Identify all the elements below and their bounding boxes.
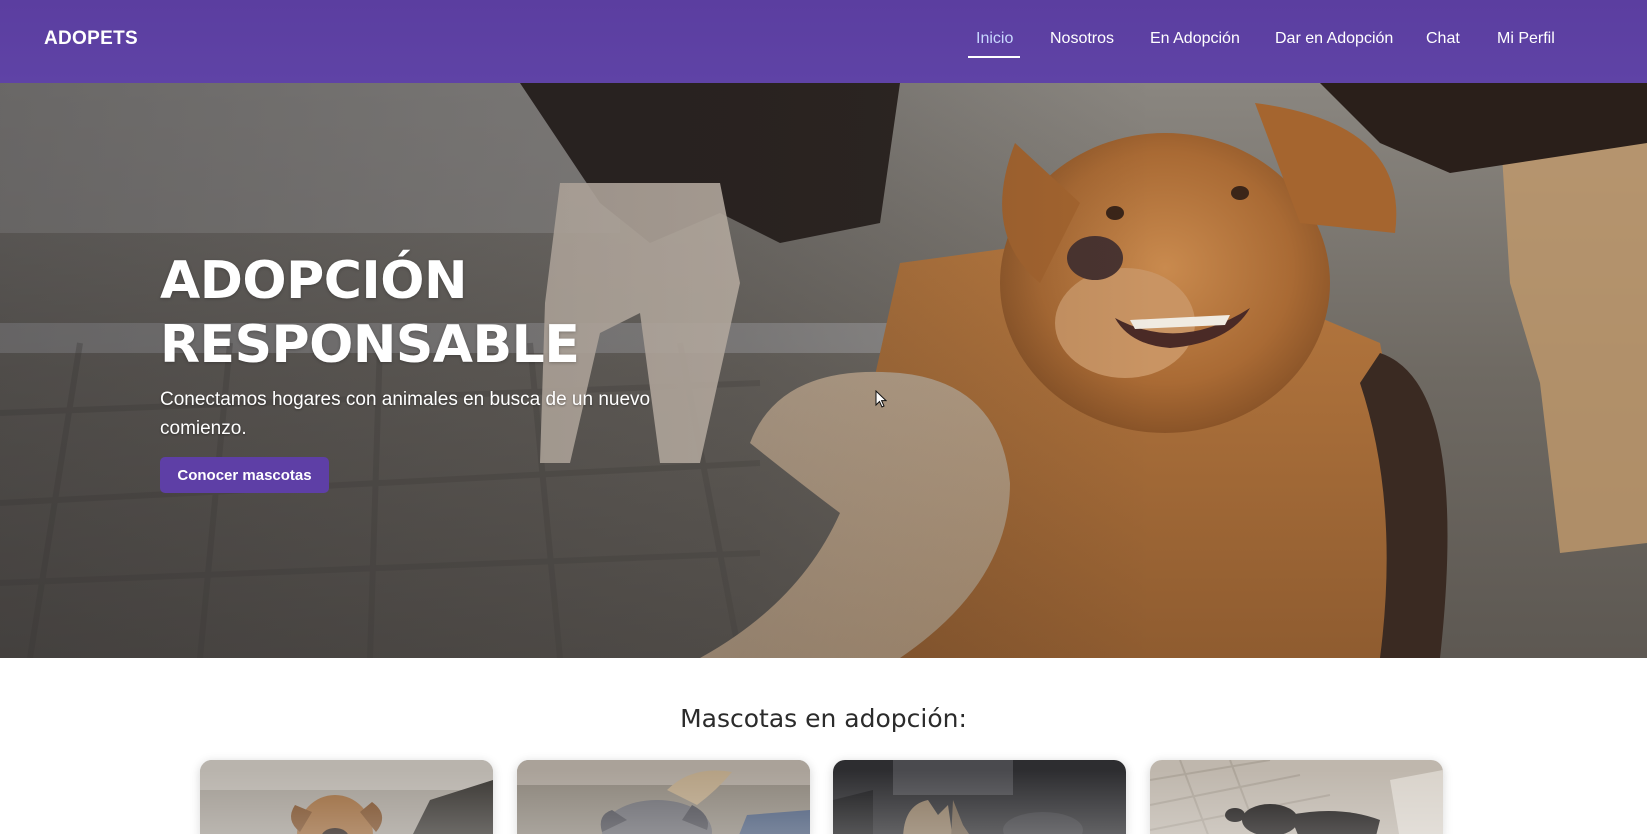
- conocer-mascotas-button[interactable]: Conocer mascotas: [160, 457, 329, 493]
- hero-subtitle: Conectamos hogares con animales en busca…: [160, 389, 651, 439]
- nav-link-chat[interactable]: Chat: [1426, 30, 1460, 48]
- main-nav: Inicio Nosotros En Adopción Dar en Adopc…: [0, 0, 1647, 83]
- pet-card[interactable]: [1150, 760, 1443, 834]
- hero-title-line-1: ADOPCIÓN: [160, 251, 467, 311]
- active-nav-indicator: [968, 56, 1020, 58]
- nav-link-nosotros[interactable]: Nosotros: [1050, 30, 1114, 48]
- pet-card[interactable]: [517, 760, 810, 834]
- nav-link-mi-perfil[interactable]: Mi Perfil: [1497, 30, 1555, 48]
- nav-link-en-adopcion[interactable]: En Adopción: [1150, 30, 1240, 48]
- mouse-cursor-icon: [875, 390, 887, 408]
- pet-photo-cat: [833, 760, 1126, 834]
- nav-link-dar-en-adopcion[interactable]: Dar en Adopción: [1275, 30, 1393, 48]
- pet-photo-dog: [1150, 760, 1443, 834]
- top-navbar: ADOPETS Inicio Nosotros En Adopción Dar …: [0, 0, 1647, 83]
- nav-link-inicio[interactable]: Inicio: [976, 30, 1013, 48]
- pet-card[interactable]: [200, 760, 493, 834]
- pet-photo-dog: [200, 760, 493, 834]
- pets-section-title: Mascotas en adopción:: [680, 704, 967, 733]
- hero-banner: ADOPCIÓN RESPONSABLE Conectamos hogares …: [0, 83, 1647, 658]
- hero-title: ADOPCIÓN RESPONSABLE: [160, 249, 720, 377]
- hero-title-line-2: RESPONSABLE: [160, 315, 580, 375]
- pet-photo-dog: [517, 760, 810, 834]
- pet-card[interactable]: [833, 760, 1126, 834]
